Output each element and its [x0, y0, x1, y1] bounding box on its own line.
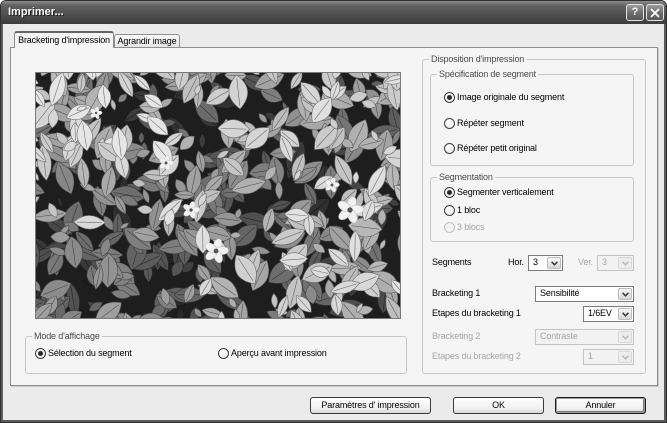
- vertical-segments-value: 3: [602, 257, 607, 267]
- window-title: Imprimer...: [8, 6, 64, 18]
- bracketing-2-label: Bracketing 2: [432, 331, 481, 341]
- radio-button-icon: [218, 347, 229, 359]
- tab-agrandir-image[interactable]: Agrandir image: [114, 34, 180, 47]
- chevron-down-icon: [621, 260, 629, 266]
- dropdown-arrow-button[interactable]: [618, 288, 632, 300]
- chevron-down-icon: [621, 311, 629, 317]
- vertical-segments-select[interactable]: 3: [597, 255, 634, 271]
- vertical-label: Ver.: [578, 257, 593, 267]
- bracketing-2-steps-select[interactable]: 1: [583, 349, 634, 365]
- horizontal-label: Hor.: [508, 257, 524, 267]
- tab-label: Agrandir image: [117, 36, 177, 46]
- chevron-down-icon: [550, 260, 558, 266]
- bracketing-1-value: Sensibilité: [540, 288, 580, 298]
- display-mode-legend: Mode d'affichage: [32, 331, 102, 342]
- bracketing-1-steps-select[interactable]: 1/6EV: [583, 306, 634, 322]
- radio-label: 3 blocs: [457, 221, 485, 232]
- chevron-down-icon: [621, 334, 629, 340]
- segment-spec-legend: Spécification de segment: [437, 69, 538, 80]
- dropdown-arrow-button[interactable]: [618, 331, 632, 343]
- bracketing-1-label: Bracketing 1: [432, 288, 481, 298]
- radio-button-icon: [444, 221, 455, 233]
- bracketing-1-steps-value: 1/6EV: [588, 308, 612, 318]
- horizontal-segments-select[interactable]: 3: [528, 255, 563, 271]
- print-layout-legend: Disposition d'impression: [429, 54, 527, 65]
- radio-button-icon: [444, 186, 455, 198]
- help-icon: ?: [631, 6, 639, 18]
- radio-label: Image originale du segment: [457, 91, 565, 102]
- tab-label: Bracketing d'impression: [18, 35, 110, 45]
- segmentation-legend: Segmentation: [437, 172, 495, 183]
- radio-three-blocks[interactable]: 3 blocs: [444, 221, 485, 233]
- radio-label: Sélection du segment: [48, 347, 132, 358]
- bracketing-2-select[interactable]: Contraste: [535, 329, 634, 345]
- print-dialog: Imprimer... ? Bracketing d'impression Ag…: [0, 0, 667, 423]
- radio-original-segment[interactable]: Image originale du segment: [444, 91, 564, 103]
- radio-label: Segmenter verticalement: [457, 186, 554, 197]
- dropdown-arrow-button[interactable]: [618, 351, 632, 363]
- dropdown-arrow-button[interactable]: [547, 257, 561, 269]
- bracketing-2-steps-label: Etapes du bracketing 2: [432, 351, 521, 361]
- dropdown-arrow-button[interactable]: [618, 308, 632, 320]
- chevron-down-icon: [621, 291, 629, 297]
- preview-photo: [36, 73, 400, 318]
- radio-button-icon: [35, 347, 46, 359]
- ok-button[interactable]: OK: [453, 397, 544, 414]
- radio-button-icon: [444, 204, 455, 216]
- title-bar[interactable]: Imprimer... ?: [1, 1, 666, 24]
- bracketing-1-steps-label: Etapes du bracketing 1: [432, 308, 521, 318]
- chevron-down-icon: [621, 354, 629, 360]
- preview-image: [35, 72, 401, 319]
- tab-bracketing-impression[interactable]: Bracketing d'impression: [14, 31, 114, 48]
- radio-label: Répéter segment: [457, 117, 524, 128]
- radio-button-icon: [444, 91, 455, 103]
- radio-segment-vertical[interactable]: Segmenter verticalement: [444, 186, 554, 198]
- segments-label: Segments: [432, 257, 472, 267]
- close-icon: [650, 8, 660, 17]
- help-button[interactable]: ?: [626, 4, 644, 21]
- bracketing-1-select[interactable]: Sensibilité: [535, 286, 634, 302]
- dropdown-arrow-button[interactable]: [618, 257, 632, 269]
- radio-label: Aperçu avant impression: [231, 347, 327, 358]
- radio-label: 1 bloc: [457, 204, 481, 215]
- radio-label: Répéter petit original: [457, 142, 537, 153]
- print-settings-button[interactable]: Paramètres d' impression: [310, 397, 431, 414]
- bracketing-2-steps-value: 1: [588, 351, 593, 361]
- radio-repeat-segment[interactable]: Répéter segment: [444, 117, 524, 129]
- horizontal-segments-value: 3: [533, 257, 538, 267]
- radio-button-icon: [444, 142, 455, 154]
- cancel-button[interactable]: Annuler: [555, 397, 646, 414]
- radio-button-icon: [444, 117, 455, 129]
- radio-repeat-small-original[interactable]: Répéter petit original: [444, 142, 537, 154]
- radio-segment-selection[interactable]: Sélection du segment: [35, 347, 132, 359]
- bracketing-2-value: Contraste: [540, 331, 578, 341]
- radio-print-preview[interactable]: Aperçu avant impression: [218, 347, 327, 359]
- radio-one-block[interactable]: 1 bloc: [444, 204, 480, 216]
- close-button[interactable]: [646, 4, 664, 21]
